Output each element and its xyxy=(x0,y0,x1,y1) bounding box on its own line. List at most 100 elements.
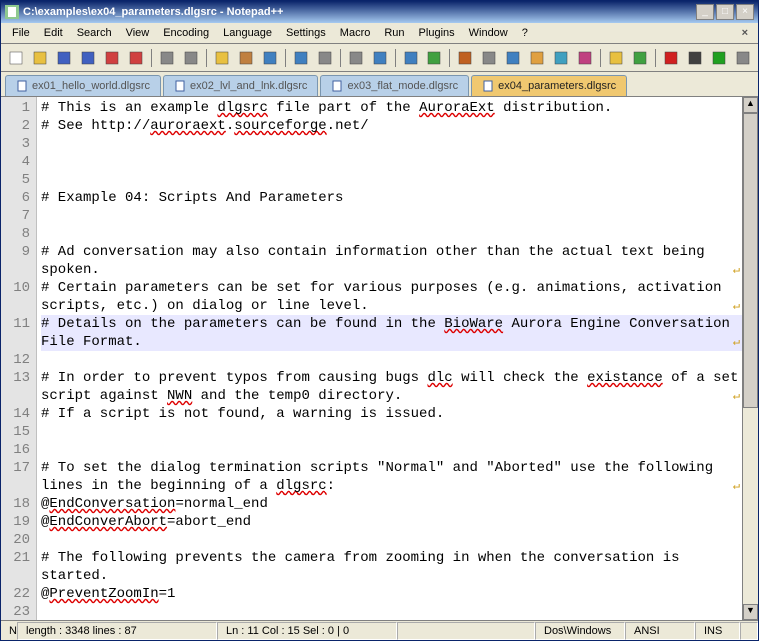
tab-bar: ex01_hello_world.dlgsrc ex02_lvl_and_lnk.… xyxy=(1,72,758,96)
code-line[interactable] xyxy=(41,225,742,243)
scroll-track[interactable] xyxy=(743,113,758,604)
code-line[interactable] xyxy=(41,135,742,153)
code-line[interactable] xyxy=(41,153,742,171)
code-line[interactable]: @EndConversation=normal_end xyxy=(41,495,742,513)
tab-label: ex01_hello_world.dlgsrc xyxy=(32,80,150,92)
word-wrap-icon[interactable] xyxy=(454,47,476,69)
code-line[interactable]: # This is an example dlgsrc file part of… xyxy=(41,99,742,117)
menu-view[interactable]: View xyxy=(119,25,157,41)
find-icon[interactable] xyxy=(314,47,336,69)
wrap-indicator-icon: ↵ xyxy=(733,333,740,351)
wrap-indicator-icon: ↵ xyxy=(733,387,740,405)
file-icon xyxy=(16,80,28,92)
replace-icon[interactable] xyxy=(345,47,367,69)
code-line[interactable]: # Details on the parameters can be found… xyxy=(41,315,742,351)
code-line[interactable]: # To set the dialog termination scripts … xyxy=(41,459,742,495)
sync-icon[interactable] xyxy=(424,47,446,69)
save-all-icon[interactable] xyxy=(77,47,99,69)
menu-edit[interactable]: Edit xyxy=(37,25,70,41)
doc-map-icon[interactable] xyxy=(550,47,572,69)
folder-icon[interactable] xyxy=(605,47,627,69)
minimize-button[interactable]: _ xyxy=(696,4,714,20)
menu-plugins[interactable]: Plugins xyxy=(412,25,462,41)
hide-lines-icon[interactable] xyxy=(732,47,754,69)
code-line[interactable]: @PreventZoomIn=1 xyxy=(41,585,742,603)
vertical-scrollbar[interactable]: ▲ ▼ xyxy=(742,97,758,620)
menubar: FileEditSearchViewEncodingLanguageSettin… xyxy=(1,23,758,44)
menu-file[interactable]: File xyxy=(5,25,37,41)
new-icon[interactable] xyxy=(5,47,27,69)
code-line[interactable]: # Example 04: Scripts And Parameters xyxy=(41,189,742,207)
indent-guide-icon[interactable] xyxy=(502,47,524,69)
cut-icon[interactable] xyxy=(180,47,202,69)
menu-run[interactable]: Run xyxy=(377,25,411,41)
show-symbols-icon[interactable] xyxy=(478,47,500,69)
file-icon xyxy=(482,80,494,92)
func-list-icon[interactable] xyxy=(574,47,596,69)
status-eol: Dos\Windows xyxy=(535,622,625,640)
zoom-in-icon[interactable] xyxy=(369,47,391,69)
file-icon xyxy=(174,80,186,92)
status-spacer xyxy=(397,622,535,640)
code-line[interactable] xyxy=(41,351,742,369)
status-grip-left: N xyxy=(1,622,17,640)
status-position: Ln : 11 Col : 15 Sel : 0 | 0 xyxy=(217,622,397,640)
copy-icon[interactable] xyxy=(211,47,233,69)
menu-search[interactable]: Search xyxy=(70,25,119,41)
menu-encoding[interactable]: Encoding xyxy=(156,25,216,41)
tab-3[interactable]: ex04_parameters.dlgsrc xyxy=(471,75,627,96)
code-line[interactable]: # If a script is not found, a warning is… xyxy=(41,405,742,423)
code-line[interactable]: # See http://auroraext.sourceforge.net/ xyxy=(41,117,742,135)
scroll-thumb[interactable] xyxy=(743,113,758,408)
maximize-button[interactable]: □ xyxy=(716,4,734,20)
code-line[interactable]: # The following prevents the camera from… xyxy=(41,549,742,585)
undo-icon[interactable] xyxy=(259,47,281,69)
print-icon[interactable] xyxy=(156,47,178,69)
tab-1[interactable]: ex02_lvl_and_lnk.dlgsrc xyxy=(163,75,318,96)
tab-2[interactable]: ex03_flat_mode.dlgsrc xyxy=(320,75,469,96)
code-line[interactable] xyxy=(41,441,742,459)
close-icon[interactable] xyxy=(101,47,123,69)
app-icon xyxy=(5,5,19,19)
close-window-button[interactable]: × xyxy=(736,4,754,20)
menu-close-doc[interactable]: × xyxy=(736,25,754,41)
redo-icon[interactable] xyxy=(290,47,312,69)
scroll-up-arrow[interactable]: ▲ xyxy=(743,97,758,113)
code-line[interactable] xyxy=(41,603,742,620)
close-all-icon[interactable] xyxy=(125,47,147,69)
resize-grip[interactable] xyxy=(740,622,758,640)
file-icon xyxy=(331,80,343,92)
editor-area: 123456789101112131415161718192021222324 … xyxy=(1,96,758,620)
code-line[interactable] xyxy=(41,207,742,225)
status-insert-mode[interactable]: INS xyxy=(695,622,740,640)
code-area[interactable]: # This is an example dlgsrc file part of… xyxy=(37,97,742,620)
paste-icon[interactable] xyxy=(235,47,257,69)
code-line[interactable]: # In order to prevent typos from causing… xyxy=(41,369,742,405)
zoom-out-icon[interactable] xyxy=(400,47,422,69)
code-line[interactable]: @EndConverAbort=abort_end xyxy=(41,513,742,531)
status-length: length : 3348 lines : 87 xyxy=(17,622,217,640)
menu-window[interactable]: Window xyxy=(462,25,515,41)
menu-macro[interactable]: Macro xyxy=(333,25,378,41)
open-icon[interactable] xyxy=(29,47,51,69)
menu-settings[interactable]: Settings xyxy=(279,25,333,41)
lang-panel-icon[interactable] xyxy=(526,47,548,69)
record-icon[interactable] xyxy=(660,47,682,69)
code-line[interactable]: # Certain parameters can be set for vari… xyxy=(41,279,742,315)
window-title: C:\examples\ex04_parameters.dlgsrc - Not… xyxy=(23,6,694,18)
tab-0[interactable]: ex01_hello_world.dlgsrc xyxy=(5,75,161,96)
play-icon[interactable] xyxy=(708,47,730,69)
menu-language[interactable]: Language xyxy=(216,25,279,41)
status-encoding: ANSI xyxy=(625,622,695,640)
code-line[interactable] xyxy=(41,171,742,189)
save-icon[interactable] xyxy=(53,47,75,69)
code-line[interactable] xyxy=(41,531,742,549)
wrap-indicator-icon: ↵ xyxy=(733,297,740,315)
scroll-down-arrow[interactable]: ▼ xyxy=(743,604,758,620)
stop-icon[interactable] xyxy=(684,47,706,69)
menu-?[interactable]: ? xyxy=(515,25,535,41)
monitoring-icon[interactable] xyxy=(629,47,651,69)
code-line[interactable]: # Ad conversation may also contain infor… xyxy=(41,243,742,279)
tab-label: ex04_parameters.dlgsrc xyxy=(498,80,616,92)
code-line[interactable] xyxy=(41,423,742,441)
